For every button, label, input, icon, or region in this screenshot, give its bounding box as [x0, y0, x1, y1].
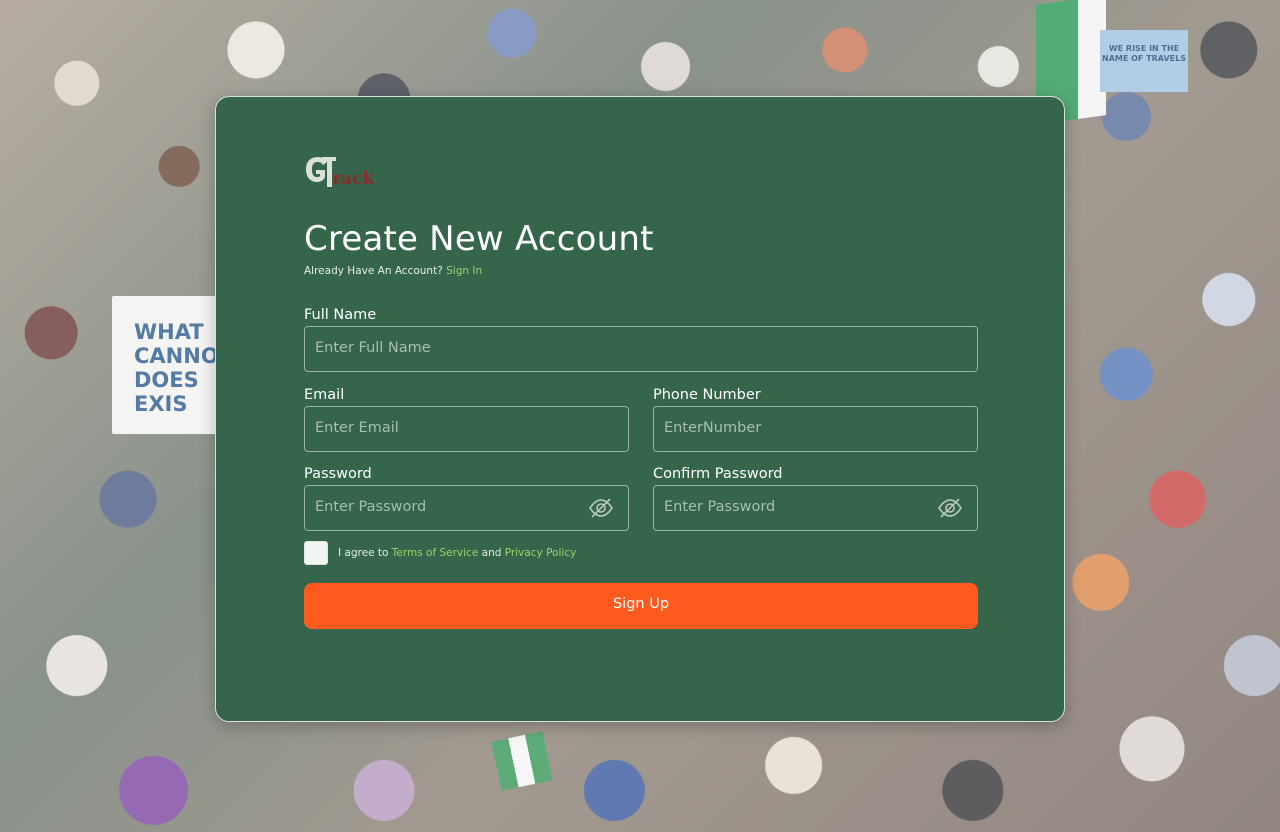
signup-card: rack Create New Account Already Have An …	[215, 96, 1065, 722]
signin-prompt-text: Already Have An Account?	[304, 265, 443, 277]
svg-text:rack: rack	[332, 169, 374, 189]
phone-field: Phone Number	[653, 387, 978, 452]
terms-agreement: I agree to Terms of Service and Privacy …	[304, 541, 576, 565]
gtrack-logo: rack	[306, 157, 374, 189]
password-field: Password	[304, 466, 629, 531]
email-field: Email	[304, 387, 629, 452]
confirm-password-label: Confirm Password	[653, 466, 783, 482]
terms-checkbox[interactable]	[304, 541, 328, 565]
agree-and: and	[481, 547, 502, 559]
full-name-label: Full Name	[304, 307, 377, 323]
confirm-password-field: Confirm Password	[653, 466, 978, 531]
eye-slash-icon[interactable]	[588, 496, 614, 520]
page-title: Create New Account	[304, 219, 654, 259]
privacy-policy-link[interactable]: Privacy Policy	[505, 547, 577, 559]
agree-prefix: I agree to	[338, 547, 389, 559]
password-input[interactable]	[305, 486, 628, 530]
email-label: Email	[304, 387, 345, 403]
phone-input[interactable]	[654, 407, 977, 451]
full-name-input[interactable]	[305, 327, 977, 371]
password-label: Password	[304, 466, 372, 482]
signin-link[interactable]: Sign In	[446, 265, 482, 277]
email-input[interactable]	[305, 407, 628, 451]
eye-slash-icon[interactable]	[937, 496, 963, 520]
full-name-field: Full Name	[304, 307, 978, 372]
sign-up-button[interactable]: Sign Up	[304, 583, 978, 629]
confirm-password-input[interactable]	[654, 486, 977, 530]
signin-prompt: Already Have An Account? Sign In	[304, 265, 482, 277]
phone-label: Phone Number	[653, 387, 761, 403]
terms-of-service-link[interactable]: Terms of Service	[392, 547, 479, 559]
